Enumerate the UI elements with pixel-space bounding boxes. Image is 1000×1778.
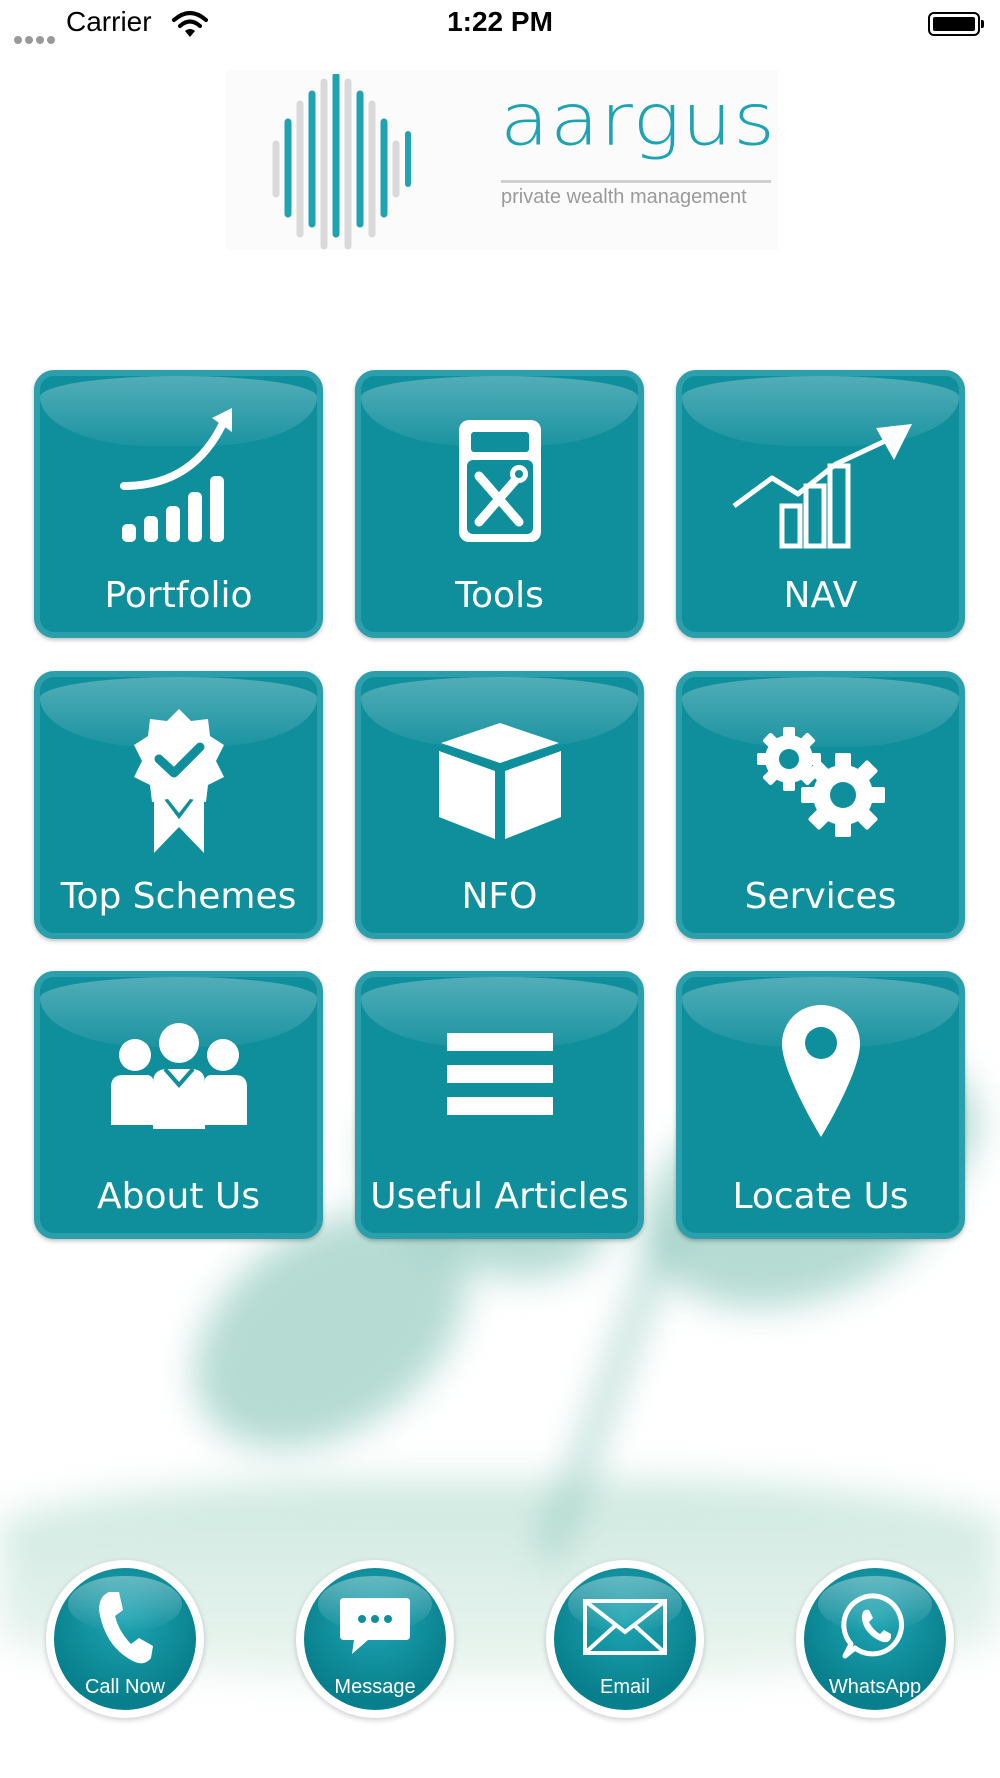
- tile-label: NFO: [461, 876, 538, 917]
- tile-portfolio[interactable]: Portfolio: [34, 370, 323, 638]
- tile-label: Locate Us: [732, 1176, 909, 1217]
- whatsapp-button[interactable]: WhatsApp: [796, 1560, 954, 1718]
- map-pin-icon: [682, 1003, 959, 1139]
- tile-locate-us[interactable]: Locate Us: [676, 971, 965, 1239]
- battery-icon: [928, 12, 984, 36]
- phone-icon: [54, 1588, 196, 1668]
- tile-label: Useful Articles: [370, 1176, 629, 1217]
- status-bar: Carrier 1:22 PM: [0, 0, 1000, 50]
- call-now-button[interactable]: Call Now: [46, 1560, 204, 1718]
- envelope-icon: [554, 1598, 696, 1656]
- team-icon: [40, 1021, 317, 1131]
- tile-nav[interactable]: NAV: [676, 370, 965, 638]
- tile-about-us[interactable]: About Us: [34, 971, 323, 1239]
- tile-label: Top Schemes: [60, 876, 297, 917]
- calculator-tools-icon: [361, 416, 638, 546]
- tile-nfo[interactable]: NFO: [355, 671, 644, 939]
- tile-label: Portfolio: [104, 575, 253, 616]
- action-label: Call Now: [84, 1676, 166, 1698]
- growth-chart-icon: [40, 406, 317, 546]
- menu-lines-icon: [361, 1031, 638, 1117]
- message-button[interactable]: Message: [296, 1560, 454, 1718]
- action-label: Email: [599, 1676, 650, 1698]
- brand-divider: [501, 180, 771, 183]
- award-badge-icon: [40, 707, 317, 857]
- tile-label: Tools: [455, 575, 544, 616]
- logo-mark-icon: [272, 74, 411, 249]
- tile-tools[interactable]: Tools: [355, 370, 644, 638]
- tile-services[interactable]: Services: [676, 671, 965, 939]
- box-icon: [361, 721, 638, 841]
- whatsapp-icon: [804, 1592, 946, 1660]
- action-label: WhatsApp: [828, 1676, 922, 1698]
- brand-tagline: private wealth management: [501, 186, 747, 208]
- status-time: 1:22 PM: [447, 6, 553, 37]
- tile-useful-articles[interactable]: Useful Articles: [355, 971, 644, 1239]
- tile-label: NAV: [783, 575, 858, 616]
- tile-label: Services: [744, 876, 897, 917]
- trend-up-icon: [682, 422, 959, 552]
- action-label: Message: [334, 1676, 416, 1698]
- chat-bubble-icon: [304, 1596, 446, 1656]
- tile-label: About Us: [97, 1176, 260, 1217]
- email-button[interactable]: Email: [546, 1560, 704, 1718]
- tile-top-schemes[interactable]: Top Schemes: [34, 671, 323, 939]
- brand-name: aargus: [500, 77, 776, 162]
- gears-icon: [682, 721, 959, 841]
- brand-logo: aargus private wealth management: [226, 70, 778, 250]
